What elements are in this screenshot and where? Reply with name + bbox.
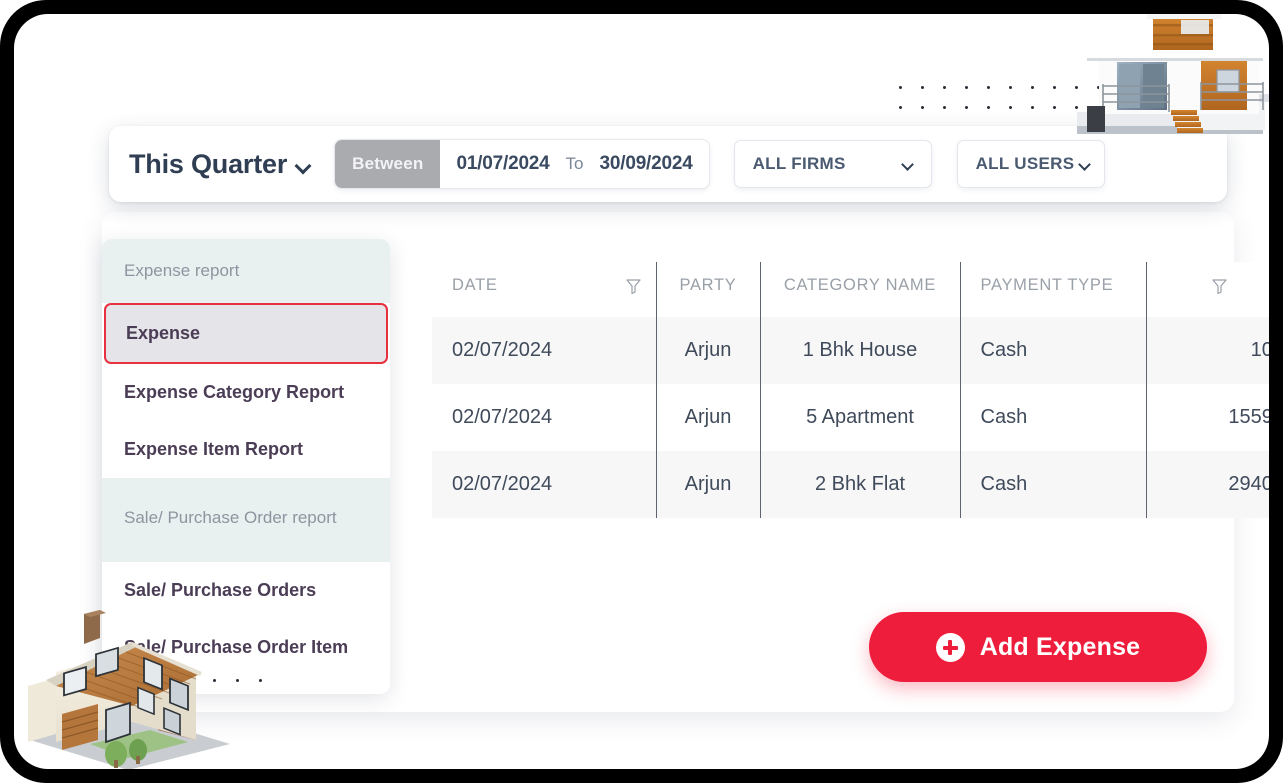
decorative-dot: [1075, 106, 1078, 109]
sidebar-section-expense-report: Expense report: [102, 239, 390, 303]
expense-table-container: DATE PARTY CATEGORY NAME PAYMENT TYPE 02…: [432, 262, 1269, 518]
filter-funnel-icon[interactable]: [625, 277, 642, 295]
decorative-dot: [899, 86, 902, 89]
column-header-category-name[interactable]: CATEGORY NAME: [759, 262, 960, 317]
decorative-dot: [1053, 86, 1056, 89]
cell-payment-type: Cash: [959, 384, 1146, 451]
filter-toolbar: This Quarter Between 01/07/2024 To 30/09…: [109, 126, 1227, 202]
decorative-dot: [1009, 86, 1012, 89]
expense-table-header: DATE PARTY CATEGORY NAME PAYMENT TYPE: [432, 262, 1269, 317]
decorative-dot: [965, 106, 968, 109]
decorative-dot: [921, 106, 924, 109]
chevron-down-icon: [1079, 160, 1094, 169]
decorative-dot-grid-sidebar: [167, 679, 282, 682]
decorative-dot: [1097, 106, 1100, 109]
decorative-dot: [1009, 106, 1012, 109]
decorative-dot-grid-top: [899, 86, 1119, 126]
decorative-dot: [899, 106, 902, 109]
plus-circle-icon: [935, 632, 965, 662]
column-header-payment-type[interactable]: PAYMENT TYPE: [959, 262, 1146, 317]
decorative-dot: [1031, 86, 1034, 89]
decorative-dot: [1053, 106, 1056, 109]
decorative-dot: [943, 86, 946, 89]
reports-sidebar: Expense report Expense Expense Category …: [102, 239, 390, 694]
expense-table: DATE PARTY CATEGORY NAME PAYMENT TYPE 02…: [432, 262, 1269, 518]
column-header-party[interactable]: PARTY: [655, 262, 760, 317]
date-to-separator-label: To: [565, 154, 584, 173]
add-expense-button[interactable]: Add Expense: [869, 612, 1207, 682]
date-range-group: Between 01/07/2024 To 30/09/2024: [335, 140, 709, 188]
cell-party: Arjun: [655, 451, 760, 518]
cell-amount: 29400: [1145, 451, 1269, 518]
decorative-dot: [213, 679, 216, 682]
sidebar-item-sale-purchase-order-item[interactable]: Sale/ Purchase Order Item: [102, 619, 390, 676]
sidebar-item-expense-category-report[interactable]: Expense Category Report: [102, 364, 390, 421]
decorative-dot: [236, 679, 239, 682]
column-header-payment-type-label: PAYMENT TYPE: [980, 276, 1114, 294]
column-header-party-label: PARTY: [679, 276, 737, 294]
sidebar-item-expense[interactable]: Expense: [104, 303, 388, 364]
column-header-date-label: DATE: [452, 276, 498, 294]
filter-funnel-icon[interactable]: [1211, 277, 1228, 295]
decorative-dot: [1031, 106, 1034, 109]
cell-amount: 100: [1145, 317, 1269, 384]
decorative-dot: [190, 679, 193, 682]
date-to-input[interactable]: 30/09/2024: [584, 140, 709, 188]
cell-date: 02/07/2024: [432, 384, 656, 451]
device-frame: This Quarter Between 01/07/2024 To 30/09…: [0, 0, 1283, 783]
firms-dropdown-label: ALL FIRMS: [752, 154, 846, 173]
period-select-dropdown[interactable]: This Quarter: [129, 149, 311, 180]
decorative-dot: [987, 86, 990, 89]
sidebar-item-sale-purchase-orders[interactable]: Sale/ Purchase Orders: [102, 562, 390, 619]
chevron-down-icon: [296, 160, 311, 169]
decorative-dot: [987, 106, 990, 109]
column-header-amount[interactable]: [1145, 262, 1269, 317]
cell-category: 1 Bhk House: [759, 317, 960, 384]
column-header-date[interactable]: DATE: [432, 262, 656, 317]
cell-party: Arjun: [655, 384, 760, 451]
decorative-dot: [167, 679, 170, 682]
decorative-dot: [965, 86, 968, 89]
users-dropdown[interactable]: ALL USERS: [956, 140, 1105, 188]
date-from-input[interactable]: 01/07/2024: [440, 140, 565, 188]
column-header-category-name-label: CATEGORY NAME: [783, 276, 937, 294]
cell-category: 2 Bhk Flat: [759, 451, 960, 518]
decorative-dot: [1075, 86, 1078, 89]
sidebar-item-expense-item-report[interactable]: Expense Item Report: [102, 421, 390, 478]
period-select-label: This Quarter: [129, 148, 288, 179]
table-header-row: DATE PARTY CATEGORY NAME PAYMENT TYPE: [432, 262, 1269, 317]
cell-payment-type: Cash: [959, 451, 1146, 518]
cell-date: 02/07/2024: [432, 317, 656, 384]
between-toggle-button[interactable]: Between: [335, 140, 441, 188]
sidebar-section-sale-purchase-order-report: Sale/ Purchase Order report: [102, 478, 390, 562]
decorative-dot: [1097, 86, 1100, 89]
decorative-dot: [921, 86, 924, 89]
cell-category: 5 Apartment: [759, 384, 960, 451]
app-screen: This Quarter Between 01/07/2024 To 30/09…: [14, 14, 1269, 769]
cell-date: 02/07/2024: [432, 451, 656, 518]
add-expense-button-label: Add Expense: [979, 632, 1141, 661]
table-row[interactable]: 02/07/2024 Arjun 5 Apartment Cash 15593: [432, 384, 1269, 451]
decorative-dot: [943, 106, 946, 109]
cell-amount: 15593: [1145, 384, 1269, 451]
cell-party: Arjun: [655, 317, 760, 384]
cell-payment-type: Cash: [959, 317, 1146, 384]
decorative-dot: [259, 679, 262, 682]
table-row[interactable]: 02/07/2024 Arjun 1 Bhk House Cash 100: [432, 317, 1269, 384]
firms-dropdown[interactable]: ALL FIRMS: [733, 140, 932, 188]
chevron-down-icon: [902, 160, 917, 169]
expense-table-body: 02/07/2024 Arjun 1 Bhk House Cash 100 02…: [432, 317, 1269, 518]
users-dropdown-label: ALL USERS: [975, 154, 1075, 173]
table-row[interactable]: 02/07/2024 Arjun 2 Bhk Flat Cash 29400: [432, 451, 1269, 518]
